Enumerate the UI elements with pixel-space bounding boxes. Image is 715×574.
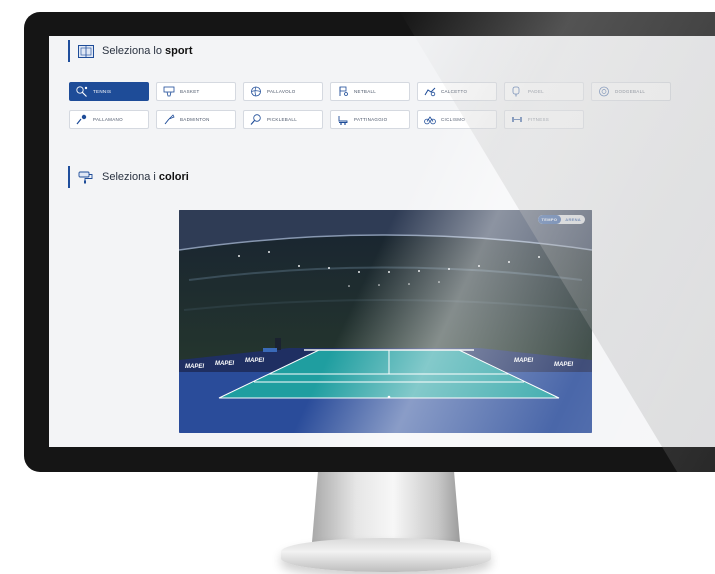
sport-option-label: CICLISMO bbox=[441, 117, 466, 122]
sport-option-label: DODGEBALL bbox=[615, 89, 646, 94]
sport-option-pallavolo[interactable]: PALLAVOLO bbox=[243, 82, 323, 101]
soccer-icon bbox=[424, 86, 436, 97]
section-accent-bar bbox=[68, 40, 70, 62]
sport-section-label: Seleziona lo sport bbox=[102, 45, 193, 57]
cycling-icon bbox=[424, 114, 436, 125]
sport-option-calcetto[interactable]: CALCETTO bbox=[417, 82, 497, 101]
sport-option-basket[interactable]: BASKET bbox=[156, 82, 236, 101]
toggle-option-arena[interactable]: ARENA bbox=[561, 215, 585, 224]
toggle-option-tempo[interactable]: TEMPO bbox=[537, 215, 562, 224]
view-toggle[interactable]: TEMPO ARENA bbox=[537, 215, 585, 224]
sport-option-label: PALLAVOLO bbox=[267, 89, 296, 94]
sport-option-label: TENNIS bbox=[93, 89, 112, 94]
sport-option-ciclismo[interactable]: CICLISMO bbox=[417, 110, 497, 129]
basketball-icon bbox=[163, 86, 175, 97]
monitor-screen: Seleziona lo sport TENNIS BASKET PALLAVOLO… bbox=[49, 36, 715, 447]
monitor-stand-base bbox=[281, 538, 491, 572]
color-section-label: Seleziona i colori bbox=[102, 171, 189, 183]
sport-option-pallamano[interactable]: PALLAMANO bbox=[69, 110, 149, 129]
dodgeball-icon bbox=[598, 86, 610, 97]
sport-option-badminton[interactable]: BADMINTON bbox=[156, 110, 236, 129]
pickleball-icon bbox=[250, 114, 262, 125]
sport-option-label: CALCETTO bbox=[441, 89, 468, 94]
sport-grid: TENNIS BASKET PALLAVOLO NETBALL CALCETTO PADE… bbox=[69, 82, 709, 129]
sport-option-padel[interactable]: PADEL bbox=[504, 82, 584, 101]
fitness-icon bbox=[511, 114, 523, 125]
padel-icon bbox=[511, 86, 523, 97]
badminton-icon bbox=[163, 114, 175, 125]
volleyball-icon bbox=[250, 86, 262, 97]
stadium-render: MAPEI MAPEI MAPEI MAPEI MAPEI bbox=[179, 210, 592, 433]
paint-roller-icon bbox=[78, 171, 94, 184]
sport-option-label: PICKLEBALL bbox=[267, 117, 298, 122]
sport-option-tennis[interactable]: TENNIS bbox=[69, 82, 149, 101]
court-icon bbox=[78, 44, 94, 58]
sport-option-label: FITNESS bbox=[528, 117, 550, 122]
court-preview: MAPEI MAPEI MAPEI MAPEI MAPEI TEMPO AREN… bbox=[179, 210, 592, 433]
tennis-icon bbox=[76, 86, 88, 97]
ad-board-text: MAPEI bbox=[514, 358, 533, 364]
sport-option-fitness[interactable]: FITNESS bbox=[504, 110, 584, 129]
sport-option-label: NETBALL bbox=[354, 89, 377, 94]
sport-option-netball[interactable]: NETBALL bbox=[330, 82, 410, 101]
monitor-stand-neck bbox=[312, 472, 460, 542]
section-accent-bar bbox=[68, 166, 70, 188]
sport-option-label: BADMINTON bbox=[180, 117, 210, 122]
sport-option-pattinaggio[interactable]: PATTINAGGIO bbox=[330, 110, 410, 129]
ad-board-text: MAPEI bbox=[245, 358, 264, 364]
ad-board-text: MAPEI bbox=[215, 361, 234, 367]
netball-icon bbox=[337, 86, 349, 97]
sport-option-pickleball[interactable]: PICKLEBALL bbox=[243, 110, 323, 129]
sport-option-label: PADEL bbox=[528, 89, 544, 94]
ad-board-text: MAPEI bbox=[554, 362, 573, 368]
color-section-title: Seleziona i colori bbox=[68, 166, 189, 188]
sport-option-label: PALLAMANO bbox=[93, 117, 123, 122]
sport-option-label: BASKET bbox=[180, 89, 200, 94]
sport-section-title: Seleziona lo sport bbox=[68, 40, 193, 62]
ad-board-text: MAPEI bbox=[185, 364, 204, 370]
skating-icon bbox=[337, 114, 349, 125]
sport-option-label: PATTINAGGIO bbox=[354, 117, 388, 122]
sport-option-dodgeball[interactable]: DODGEBALL bbox=[591, 82, 671, 101]
handball-icon bbox=[76, 114, 88, 125]
